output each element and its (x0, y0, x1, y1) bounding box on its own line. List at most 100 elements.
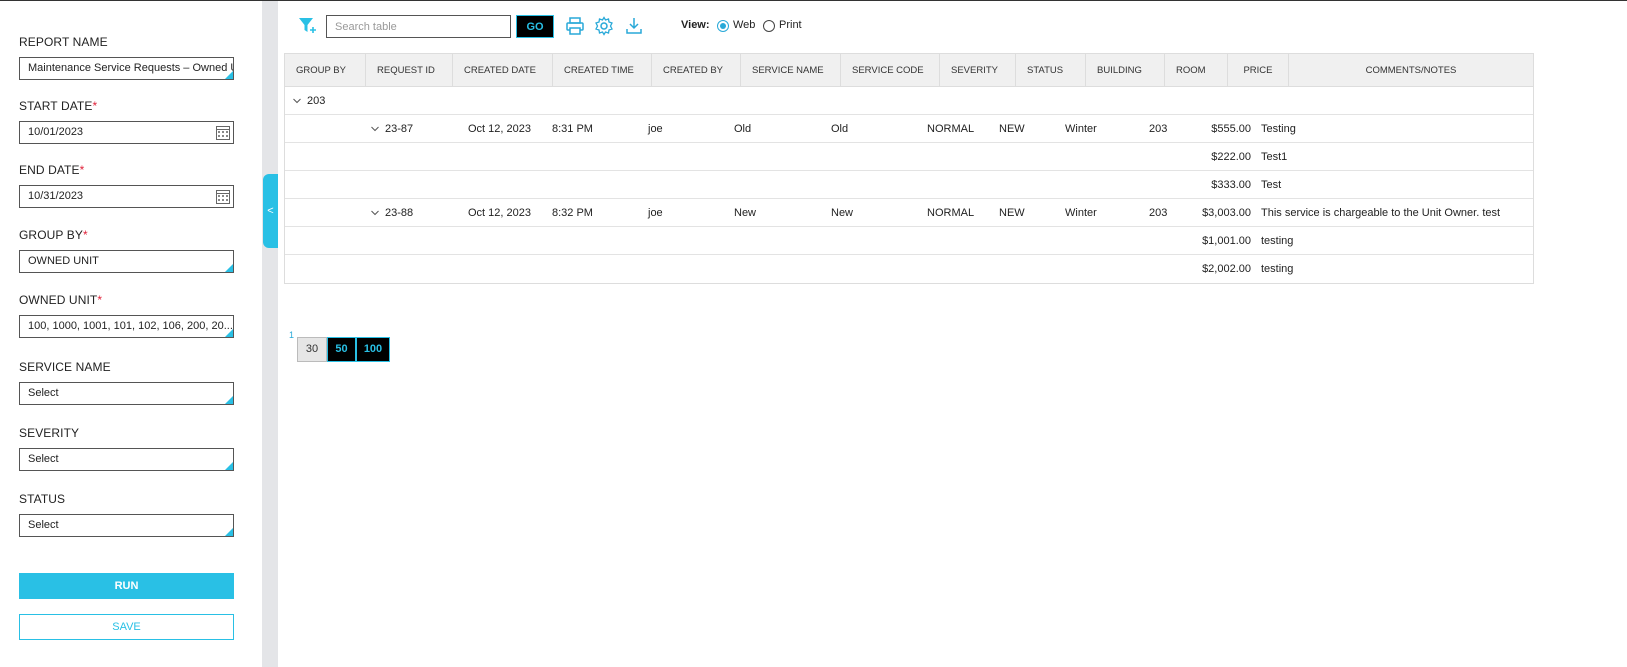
building: Winter (1065, 207, 1097, 219)
start-date-value: 10/01/2023 (28, 126, 84, 138)
severity-select[interactable]: Select (19, 448, 234, 471)
created-time: 8:31 PM (552, 123, 593, 135)
start-date-input[interactable]: 10/01/2023 (19, 121, 234, 144)
column-header-status[interactable]: STATUS (1016, 54, 1086, 87)
save-button[interactable]: SAVE (19, 614, 234, 640)
column-header-group-by[interactable]: GROUP BY (285, 54, 366, 87)
owned-unit-label: OWNED UNIT* (19, 293, 103, 307)
page-size-100[interactable]: 100 (356, 337, 390, 362)
page-size-50[interactable]: 50 (327, 337, 356, 362)
table-subrow: $222.00 Test1 (285, 143, 1533, 171)
service-name-select[interactable]: Select (19, 382, 234, 405)
chevron-down-icon[interactable] (371, 125, 379, 133)
chevron-down-icon[interactable] (293, 97, 301, 105)
severity: NORMAL (927, 207, 975, 219)
end-date-input[interactable]: 10/31/2023 (19, 185, 234, 208)
view-label: View: (681, 19, 710, 31)
view-print-radio[interactable] (763, 20, 775, 32)
group-by-value: OWNED UNIT (28, 255, 99, 267)
calendar-icon[interactable] (216, 126, 230, 140)
table-subrow: $1,001.00 testing (285, 227, 1533, 255)
status: NEW (999, 123, 1025, 135)
dropdown-corner-icon (225, 264, 233, 272)
group-value: 203 (307, 95, 326, 107)
download-icon[interactable] (624, 16, 644, 36)
status-select[interactable]: Select (19, 514, 234, 537)
severity: NORMAL (927, 123, 975, 135)
table-row[interactable]: 23-87 Oct 12, 2023 8:31 PM joe Old Old N… (285, 115, 1533, 143)
created-by: joe (648, 207, 663, 219)
comments: This service is chargeable to the Unit O… (1261, 207, 1501, 219)
column-header-created-by[interactable]: CREATED BY (652, 54, 741, 87)
comments: testing (1261, 235, 1294, 247)
service-code: New (831, 207, 854, 219)
service-name-label: SERVICE NAME (19, 360, 111, 374)
severity-label: SEVERITY (19, 426, 80, 440)
column-header-created-date[interactable]: CREATED DATE (453, 54, 553, 87)
dropdown-corner-icon (225, 329, 233, 337)
comments: Test1 (1261, 151, 1288, 163)
price: $3,003.00 (1202, 207, 1251, 219)
service-name-value: Select (28, 387, 59, 399)
start-date-label: START DATE* (19, 99, 98, 113)
collapse-sidebar-button[interactable]: < (263, 174, 278, 248)
calendar-icon[interactable] (216, 190, 230, 204)
column-header-service-name[interactable]: SERVICE NAME (741, 54, 841, 87)
print-icon[interactable] (565, 16, 585, 36)
end-date-label: END DATE* (19, 163, 85, 177)
created-date: Oct 12, 2023 (468, 207, 531, 219)
end-date-value: 10/31/2023 (28, 190, 84, 202)
price: $1,001.00 (1202, 235, 1251, 247)
created-time: 8:32 PM (552, 207, 593, 219)
column-header-created-time[interactable]: CREATED TIME (553, 54, 652, 87)
run-button[interactable]: RUN (19, 573, 234, 599)
column-header-room[interactable]: ROOM (1165, 54, 1228, 87)
created-date: Oct 12, 2023 (468, 123, 531, 135)
report-table: GROUP BY REQUEST ID CREATED DATE CREATED… (284, 53, 1534, 284)
service-code: Old (831, 123, 849, 135)
price: $333.00 (1211, 179, 1251, 191)
go-button[interactable]: GO (516, 15, 554, 38)
view-web-radio[interactable] (717, 20, 729, 32)
gear-icon[interactable] (594, 16, 614, 36)
dropdown-corner-icon (225, 462, 233, 470)
table-header: GROUP BY REQUEST ID CREATED DATE CREATED… (285, 54, 1533, 87)
page-size-30[interactable]: 30 (297, 337, 327, 362)
column-header-severity[interactable]: SEVERITY (940, 54, 1016, 87)
owned-unit-value: 100, 1000, 1001, 101, 102, 106, 200, 20.… (28, 320, 233, 332)
request-id: 23-87 (385, 123, 414, 135)
column-header-building[interactable]: BUILDING (1086, 54, 1165, 87)
report-filter-sidebar: REPORT NAME Maintenance Service Requests… (0, 1, 262, 667)
comments: Testing (1261, 123, 1296, 135)
page-number[interactable]: 1 (289, 330, 294, 340)
table-row[interactable]: 23-88 Oct 12, 2023 8:32 PM joe New New N… (285, 199, 1533, 227)
comments: Test (1261, 179, 1282, 191)
price: $2,002.00 (1202, 263, 1251, 275)
chevron-down-icon[interactable] (371, 209, 379, 217)
view-print-label[interactable]: Print (779, 19, 802, 31)
sidebar-divider (262, 1, 278, 667)
report-name-label: REPORT NAME (19, 35, 108, 49)
group-row[interactable]: 203 (285, 87, 1533, 115)
group-by-select[interactable]: OWNED UNIT (19, 250, 234, 273)
building: Winter (1065, 123, 1097, 135)
dropdown-corner-icon (225, 528, 233, 536)
owned-unit-select[interactable]: 100, 1000, 1001, 101, 102, 106, 200, 20.… (19, 315, 234, 338)
view-web-label[interactable]: Web (733, 19, 755, 31)
column-header-price[interactable]: PRICE (1228, 54, 1289, 87)
filter-icon[interactable] (298, 16, 318, 36)
service-name: New (734, 207, 757, 219)
report-name-input[interactable]: Maintenance Service Requests – Owned Uni… (19, 57, 234, 80)
group-by-label: GROUP BY* (19, 228, 88, 242)
resize-corner-icon (225, 71, 233, 79)
search-input[interactable] (326, 15, 511, 38)
chevron-left-icon: < (267, 205, 274, 217)
severity-value: Select (28, 453, 59, 465)
column-header-service-code[interactable]: SERVICE CODE (841, 54, 940, 87)
dropdown-corner-icon (225, 396, 233, 404)
table-subrow: $333.00 Test (285, 171, 1533, 199)
room: 203 (1149, 207, 1168, 219)
column-header-comments[interactable]: COMMENTS/NOTES (1289, 54, 1533, 87)
column-header-request-id[interactable]: REQUEST ID (366, 54, 453, 87)
table-subrow: $2,002.00 testing (285, 255, 1533, 283)
